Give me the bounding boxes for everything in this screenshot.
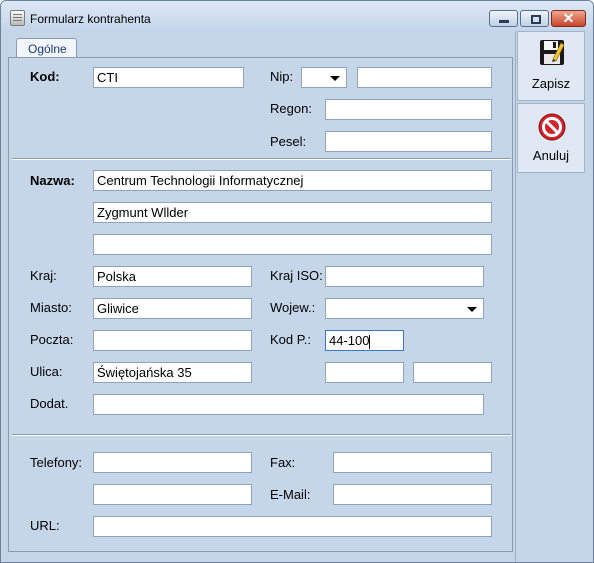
app-form-icon [10,10,25,26]
email-label: E-Mail: [270,487,311,502]
chevron-down-icon [330,76,340,81]
cancel-button-label: Anuluj [532,148,570,163]
maximize-button[interactable] [520,10,549,27]
nip-label: Nip: [270,69,294,84]
action-panel: Zapisz Anuluj [515,31,591,562]
regon-label: Regon: [270,101,312,116]
nazwa-line1-input[interactable]: Centrum Technologii Informatycznej [93,170,492,191]
wojew-label: Wojew.: [270,300,316,315]
dodat-input[interactable] [93,394,484,415]
nr-domu-input[interactable] [325,362,404,383]
window-title: Formularz kontrahenta [30,12,151,26]
kraj-iso-input[interactable] [325,266,484,287]
url-label: URL: [30,518,60,533]
kraj-input[interactable]: Polska [93,266,252,287]
telefon2-input[interactable] [93,484,252,505]
pesel-input[interactable] [325,131,492,152]
kod-pocztowy-label: Kod P.: [270,332,311,347]
section-divider [12,434,511,436]
pesel-label: Pesel: [270,134,307,149]
nazwa-line2-input[interactable]: Zygmunt Wllder [93,202,492,223]
fax-label: Fax: [270,455,296,470]
poczta-input[interactable] [93,330,252,351]
fax-input[interactable] [333,452,492,473]
telefon1-input[interactable] [93,452,252,473]
kod-label: Kod: [30,69,60,84]
email-input[interactable] [333,484,492,505]
minimize-button[interactable] [489,10,518,27]
nazwa-line3-input[interactable] [93,234,492,255]
title-bar[interactable]: Formularz kontrahenta ✕ [1,1,593,31]
ulica-input[interactable]: Świętojańska 35 [93,362,252,383]
section-divider [12,158,511,160]
save-button-label: Zapisz [531,76,571,91]
minimize-icon [499,20,509,23]
nr-lokalu-input[interactable] [413,362,492,383]
ulica-label: Ulica: [30,364,63,379]
nip-input[interactable] [357,67,492,88]
kod-pocztowy-input[interactable]: 44-100 [325,330,404,351]
nip-prefix-select[interactable] [301,67,347,88]
tab-ogolne[interactable]: Ogólne [16,38,77,58]
telefony-label: Telefony: [30,455,83,470]
save-button[interactable]: Zapisz [517,31,585,101]
cancel-icon [538,113,566,141]
kraj-iso-label: Kraj ISO: [270,268,323,283]
url-input[interactable] [93,516,492,537]
close-button[interactable]: ✕ [551,10,586,27]
close-icon: ✕ [562,10,575,26]
kod-pocztowy-value: 44-100 [329,333,370,348]
miasto-label: Miasto: [30,300,72,315]
kod-input[interactable]: CTI [93,67,244,88]
kraj-label: Kraj: [30,268,57,283]
nazwa-label: Nazwa: [30,173,75,188]
poczta-label: Poczta: [30,332,74,347]
tab-ogolne-label: Ogólne [28,42,67,56]
miasto-input[interactable]: Gliwice [93,298,252,319]
regon-input[interactable] [325,99,492,120]
text-caret [369,334,371,349]
form-window: Formularz kontrahenta ✕ Ogólne Kod: CTI … [0,0,594,563]
maximize-icon [531,15,541,24]
cancel-button[interactable]: Anuluj [517,103,585,173]
floppy-disk-icon [540,40,565,65]
chevron-down-icon [467,307,477,312]
wojew-select[interactable] [325,298,484,319]
dodat-label: Dodat. [30,396,69,411]
